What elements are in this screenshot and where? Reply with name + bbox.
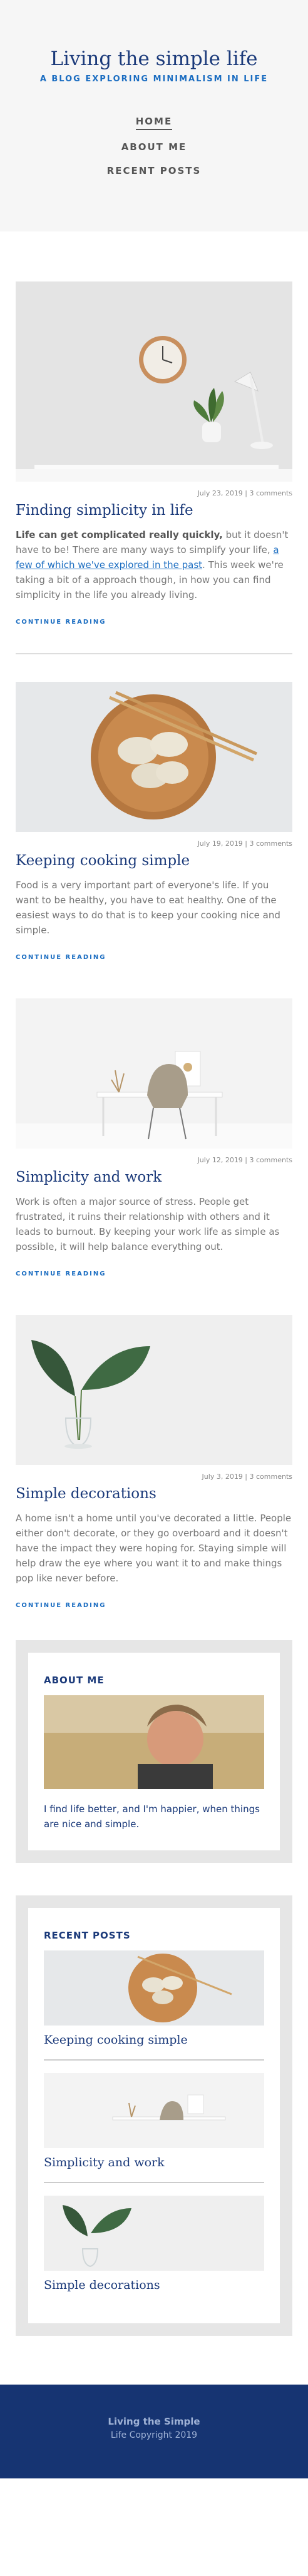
recent-post-title[interactable]: Keeping cooking simple [44,2033,264,2047]
nav-home[interactable]: HOME [135,116,173,131]
recent-post-image-desk-chair[interactable] [44,2073,264,2148]
post-image-leaves-vase[interactable] [16,1315,292,1465]
main-content: July 23, 2019 | 3 comments Finding simpl… [0,231,308,2336]
recent-posts-widget: RECENT POSTS Keeping cooking simple Simp… [16,1895,292,2336]
post-meta: July 23, 2019 | 3 comments [197,489,292,497]
post-title[interactable]: Finding simplicity in life [16,502,292,519]
footer-line-1: Living the Simple [108,2416,200,2427]
recent-post-item[interactable]: Simplicity and work [44,2073,264,2183]
site-tagline: A BLOG EXPLORING MINIMALISM IN LIFE [39,74,269,84]
about-title: ABOUT ME [44,1675,105,1686]
post-image-dumplings[interactable] [16,682,292,832]
continue-reading-link[interactable]: CONTINUE READING [16,954,292,961]
post-card: July 3, 2019 | 3 comments Simple decorat… [16,1315,292,1609]
main-nav: HOME ABOUT ME RECENT POSTS [0,115,308,176]
post-card: July 23, 2019 | 3 comments Finding simpl… [16,281,292,626]
post-excerpt: Life can get complicated really quickly,… [16,527,292,602]
post-excerpt: A home isn't a home until you've decorat… [16,1513,292,1584]
post-divider [16,653,292,654]
recent-post-item[interactable]: Simple decorations [44,2196,264,2305]
about-widget-inner: ABOUT ME I find life better, and I'm hap… [28,1653,280,1850]
continue-reading-link[interactable]: CONTINUE READING [16,1270,292,1277]
post-image-clock-plant[interactable] [16,281,292,482]
excerpt-bold: Life can get complicated really quickly, [16,529,223,540]
continue-reading-link[interactable]: CONTINUE READING [16,619,292,626]
post-excerpt: Work is often a major source of stress. … [16,1196,280,1252]
recent-posts-title: RECENT POSTS [44,1930,131,1941]
post-meta: July 3, 2019 | 3 comments [202,1473,292,1481]
post-card: July 19, 2019 | 3 comments Keeping cooki… [16,682,292,961]
nav-about[interactable]: ABOUT ME [0,141,308,153]
site-header: Living the simple life A BLOG EXPLORING … [0,0,308,231]
recent-posts-inner: RECENT POSTS Keeping cooking simple Simp… [28,1908,280,2323]
about-photo [44,1695,264,1789]
post-title[interactable]: Simple decorations [16,1486,292,1502]
recent-post-image-leaves-vase[interactable] [44,2196,264,2271]
post-title[interactable]: Keeping cooking simple [16,853,292,869]
post-card: July 12, 2019 | 3 comments Simplicity an… [16,998,292,1277]
post-title[interactable]: Simplicity and work [16,1169,292,1185]
recent-post-item[interactable]: Keeping cooking simple [44,1950,264,2061]
nav-recent-posts[interactable]: RECENT POSTS [0,165,308,176]
post-meta: July 19, 2019 | 3 comments [197,839,292,848]
about-widget: ABOUT ME I find life better, and I'm hap… [16,1640,292,1863]
continue-reading-link[interactable]: CONTINUE READING [16,1602,292,1609]
post-meta: July 12, 2019 | 3 comments [197,1156,292,1164]
about-text: I find life better, and I'm happier, whe… [44,1803,260,1830]
footer-copyright: Life Copyright 2019 [110,2430,198,2440]
post-image-desk-chair[interactable] [16,998,292,1149]
recent-post-title[interactable]: Simple decorations [44,2278,264,2292]
recent-post-image-dumplings[interactable] [44,1950,264,2026]
site-footer: Living the Simple Life Copyright 2019 [0,2385,308,2478]
post-excerpt: Food is a very important part of everyon… [16,880,280,936]
recent-post-title[interactable]: Simplicity and work [44,2156,264,2169]
site-title[interactable]: Living the simple life [0,0,308,69]
